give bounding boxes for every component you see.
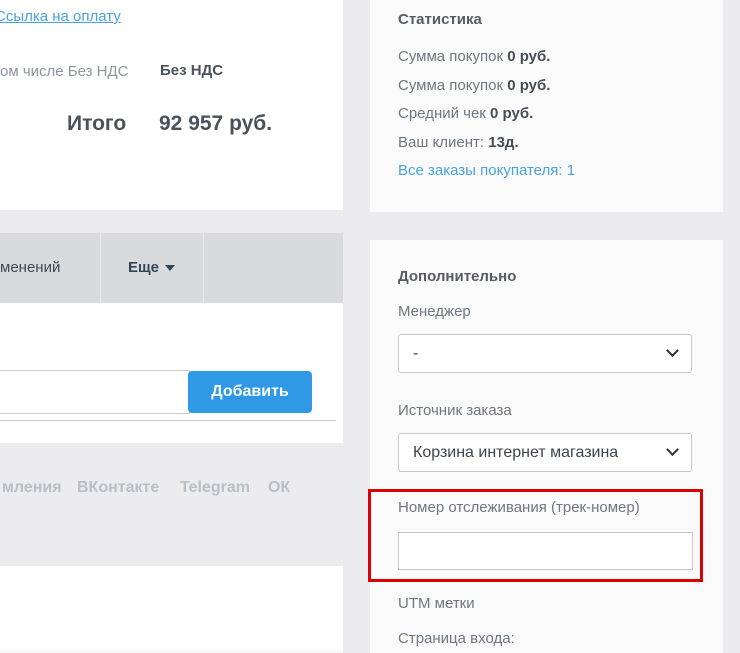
payment-summary-card: Ссылка на оплату ом числе Без НДС Без НД… xyxy=(0,0,343,210)
tracking-number-label: Номер отслеживания (трек-номер) xyxy=(398,499,640,516)
stats-value: 0 руб. xyxy=(507,76,551,94)
order-total-value: 92 957 руб. xyxy=(159,112,273,135)
toolbar-more-label: Еще xyxy=(127,259,159,276)
add-button[interactable]: Добавить xyxy=(188,371,312,413)
all-orders-link[interactable]: Все заказы покупателя: 1 xyxy=(398,157,575,186)
caret-down-icon xyxy=(165,265,175,272)
statistics-list: Сумма покупок 0 руб. Сумма покупок 0 руб… xyxy=(398,43,575,186)
chevron-down-icon xyxy=(666,344,679,358)
tab-telegram[interactable]: Telegram xyxy=(180,479,250,497)
stats-value: 0 руб. xyxy=(490,105,534,122)
comment-form-card: Добавить xyxy=(0,303,343,443)
order-toolbar: менений Еще xyxy=(0,233,343,303)
tab-ok[interactable]: ОК xyxy=(268,479,290,497)
stats-row: Сумма покупок 0 руб. xyxy=(398,72,575,101)
order-page: Ссылка на оплату ом числе Без НДС Без НД… xyxy=(0,0,740,653)
stats-label: Сумма покупок xyxy=(398,48,508,65)
stats-value: 0 руб. xyxy=(507,48,551,65)
order-source-label: Источник заказа xyxy=(398,402,512,419)
comment-input[interactable] xyxy=(0,370,190,414)
divider xyxy=(0,420,336,421)
order-source-select-value: Корзина интернет магазина xyxy=(413,443,619,461)
additional-title: Дополнительно xyxy=(398,268,517,285)
stats-value: 13д. xyxy=(488,133,519,151)
order-total-label: Итого xyxy=(67,112,127,135)
entry-page-label: Страница входа: xyxy=(398,630,515,647)
vat-row-label: ом числе Без НДС xyxy=(0,63,129,80)
statistics-panel: Статистика Сумма покупок 0 руб. Сумма по… xyxy=(370,0,723,212)
payment-link[interactable]: Ссылка на оплату xyxy=(0,8,121,25)
stats-row: Ваш клиент: 13д. xyxy=(398,129,575,158)
toolbar-more-dropdown[interactable]: Еще xyxy=(100,233,203,303)
tab-vkontakte[interactable]: ВКонтакте xyxy=(77,479,159,497)
stats-label: Ваш клиент: xyxy=(398,133,489,151)
toolbar-item-history[interactable]: менений xyxy=(0,233,90,303)
vat-row-value: Без НДС xyxy=(160,62,224,79)
stats-label: Сумма покупок xyxy=(398,76,508,94)
utm-label: UTM метки xyxy=(398,595,475,612)
toolbar-separator xyxy=(203,233,204,303)
manager-label: Менеджер xyxy=(398,303,471,320)
manager-select-value: - xyxy=(413,344,419,362)
additional-panel: Дополнительно Менеджер - Источник заказа… xyxy=(368,240,723,653)
order-source-select[interactable]: Корзина интернет магазина xyxy=(398,433,692,472)
notification-tabs-block: мления ВКонтакте Telegram ОК xyxy=(0,443,343,566)
stats-label: Средний чек xyxy=(398,105,491,122)
stats-row: Средний чек 0 руб. xyxy=(398,100,575,129)
tracking-number-input[interactable] xyxy=(398,532,693,570)
chevron-down-icon xyxy=(666,443,679,457)
manager-select[interactable]: - xyxy=(398,334,692,373)
tab-content-card xyxy=(0,566,343,650)
tab-sms-notifications[interactable]: мления xyxy=(2,479,62,497)
statistics-title: Статистика xyxy=(398,11,482,28)
stats-row: Сумма покупок 0 руб. xyxy=(398,43,575,72)
